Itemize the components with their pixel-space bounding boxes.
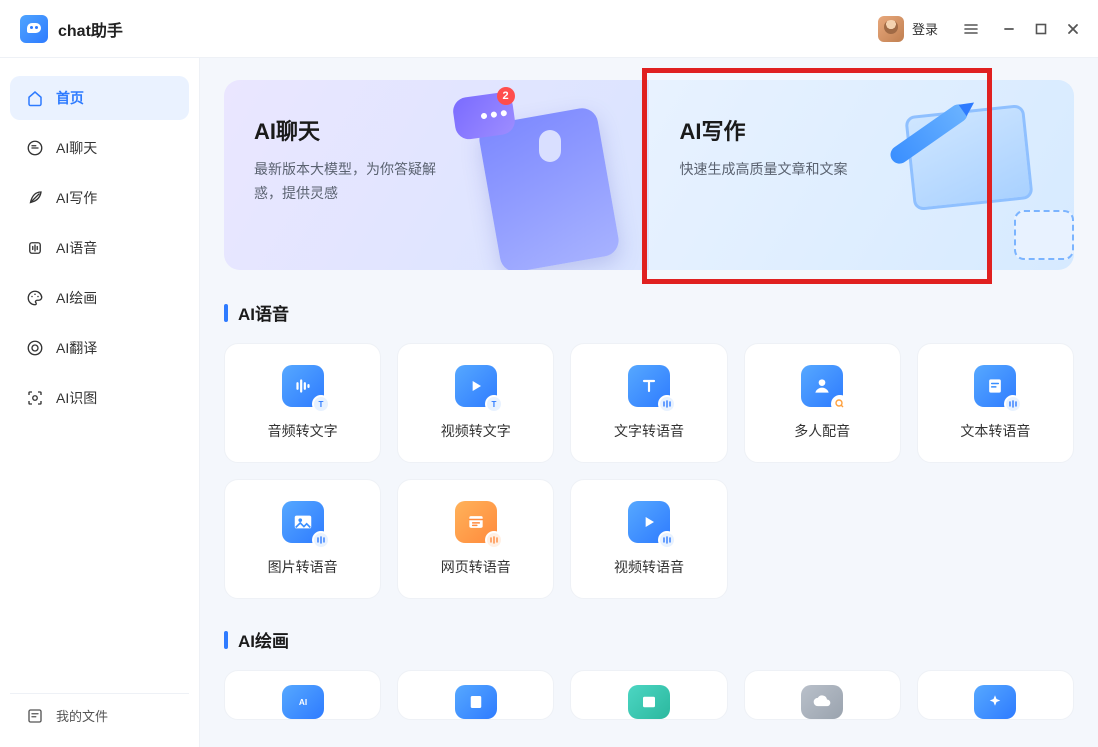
tool-video-to-voice[interactable]: 视频转语音 [570, 479, 727, 599]
sparkle-icon [974, 685, 1016, 719]
tool-video-to-text[interactable]: T 视频转文字 [397, 343, 554, 463]
app-logo-icon [20, 15, 48, 43]
document-icon [974, 365, 1016, 407]
sidebar-item-label: 首页 [56, 88, 84, 108]
tool-label: 多人配音 [794, 421, 850, 441]
voice-tools-grid: T 音频转文字 T 视频转文字 文字转语音 [224, 343, 1074, 599]
write-illustration-icon [874, 95, 1064, 265]
chat-illustration-icon: 2 [449, 95, 639, 265]
maximize-icon[interactable] [1026, 14, 1056, 44]
tool-draw-1[interactable]: AI [224, 670, 381, 720]
sidebar-item-label: AI绘画 [56, 288, 97, 308]
close-icon[interactable] [1058, 14, 1088, 44]
tool-multi-voice[interactable]: 多人配音 [744, 343, 901, 463]
section-header-draw: AI绘画 [224, 627, 1074, 652]
video-play-icon: T [455, 365, 497, 407]
tool-image-to-voice[interactable]: 图片转语音 [224, 479, 381, 599]
sidebar-item-write[interactable]: AI写作 [10, 176, 189, 220]
app-title: chat助手 [58, 17, 123, 41]
main-content: AI聊天 最新版本大模型，为你答疑解惑，提供灵感 2 AI写作 快速生成高质量文… [200, 58, 1098, 747]
feather-icon [26, 189, 44, 207]
my-files-label: 我的文件 [56, 706, 108, 725]
sidebar-item-translate[interactable]: AI翻译 [10, 326, 189, 370]
sidebar-item-label: AI识图 [56, 388, 97, 408]
tool-label: 视频转文字 [441, 421, 511, 441]
tool-label: 文本转语音 [960, 421, 1030, 441]
ai-box-icon: AI [282, 685, 324, 719]
menu-icon[interactable] [956, 14, 986, 44]
sidebar-item-label: AI语音 [56, 238, 97, 258]
section-title-voice: AI语音 [238, 300, 289, 325]
image-icon [628, 685, 670, 719]
sidebar-item-label: AI翻译 [56, 338, 97, 358]
notification-badge: 2 [497, 87, 515, 105]
draw-tools-grid: AI [224, 670, 1074, 720]
svg-text:T: T [318, 400, 323, 409]
palette-icon [26, 289, 44, 307]
voice-icon [26, 239, 44, 257]
svg-text:T: T [491, 400, 496, 409]
folder-icon [26, 707, 44, 725]
tool-web-to-voice[interactable]: 网页转语音 [397, 479, 554, 599]
hero-chat-desc: 最新版本大模型，为你答疑解惑，提供灵感 [254, 158, 444, 206]
section-accent-bar [224, 304, 228, 322]
tool-audio-to-text[interactable]: T 音频转文字 [224, 343, 381, 463]
hero-row: AI聊天 最新版本大模型，为你答疑解惑，提供灵感 2 AI写作 快速生成高质量文… [224, 80, 1074, 270]
sidebar-item-home[interactable]: 首页 [10, 76, 189, 120]
sidebar-item-chat[interactable]: AI聊天 [10, 126, 189, 170]
title-bar: chat助手 登录 [0, 0, 1098, 58]
sidebar-item-label: AI聊天 [56, 138, 97, 158]
avatar[interactable] [878, 16, 904, 42]
document-icon [455, 685, 497, 719]
tool-draw-2[interactable] [397, 670, 554, 720]
hero-write-desc: 快速生成高质量文章和文案 [680, 158, 870, 182]
section-title-draw: AI绘画 [238, 627, 289, 652]
sidebar-item-draw[interactable]: AI绘画 [10, 276, 189, 320]
text-t-icon [628, 365, 670, 407]
hero-card-chat[interactable]: AI聊天 最新版本大模型，为你答疑解惑，提供灵感 2 [224, 80, 649, 270]
webpage-icon [455, 501, 497, 543]
audio-wave-icon: T [282, 365, 324, 407]
tool-label: 视频转语音 [614, 557, 684, 577]
minimize-icon[interactable] [994, 14, 1024, 44]
tool-draw-5[interactable] [917, 670, 1074, 720]
app-window: chat助手 登录 首页 [0, 0, 1098, 747]
cloud-icon [801, 685, 843, 719]
tool-text-to-voice[interactable]: 文本转语音 [917, 343, 1074, 463]
video-play-icon [628, 501, 670, 543]
sidebar-my-files[interactable]: 我的文件 [10, 693, 189, 737]
person-icon [801, 365, 843, 407]
sidebar-item-vision[interactable]: AI识图 [10, 376, 189, 420]
login-button[interactable]: 登录 [912, 19, 938, 38]
section-header-voice: AI语音 [224, 300, 1074, 325]
scan-icon [26, 389, 44, 407]
svg-text:AI: AI [298, 698, 306, 707]
image-icon [282, 501, 324, 543]
translate-icon [26, 339, 44, 357]
sidebar-item-label: AI写作 [56, 188, 97, 208]
sidebar: 首页 AI聊天 AI写作 [0, 58, 200, 747]
hero-card-write[interactable]: AI写作 快速生成高质量文章和文案 [649, 80, 1075, 270]
home-icon [26, 89, 44, 107]
tool-draw-4[interactable] [744, 670, 901, 720]
sidebar-item-voice[interactable]: AI语音 [10, 226, 189, 270]
section-accent-bar [224, 631, 228, 649]
tool-label: 图片转语音 [268, 557, 338, 577]
tool-label: 音频转文字 [268, 421, 338, 441]
tool-label: 文字转语音 [614, 421, 684, 441]
tool-label: 网页转语音 [441, 557, 511, 577]
tool-draw-3[interactable] [570, 670, 727, 720]
tool-text-to-speech[interactable]: 文字转语音 [570, 343, 727, 463]
chat-icon [26, 139, 44, 157]
